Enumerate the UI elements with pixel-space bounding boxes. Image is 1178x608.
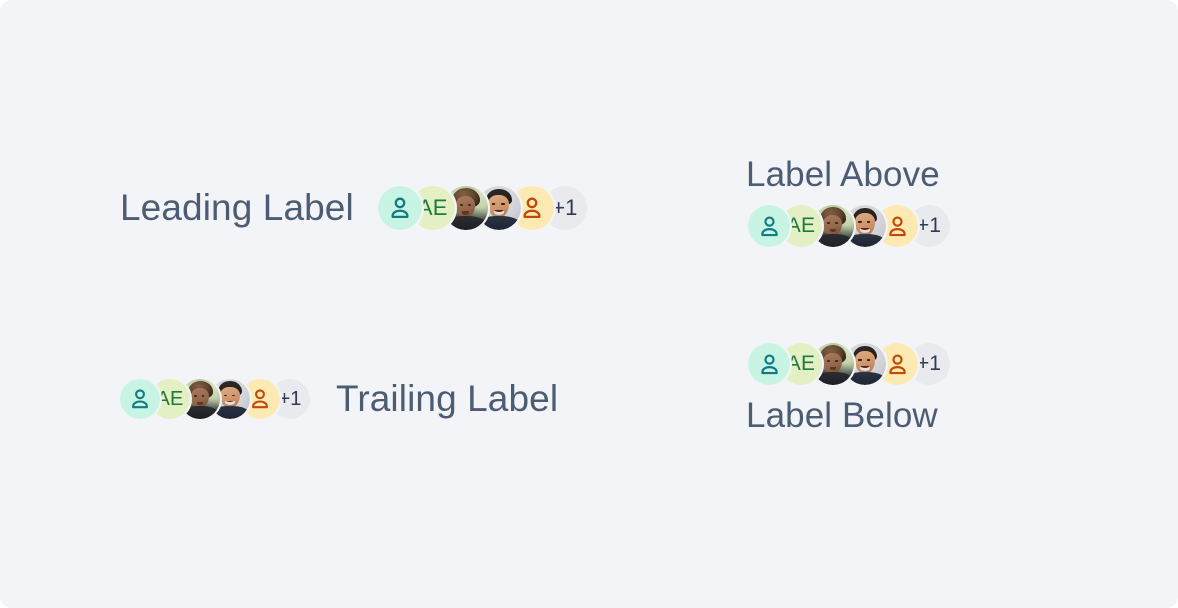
- avatar-stack[interactable]: AE +1: [375, 184, 589, 232]
- person-icon: [132, 389, 148, 409]
- avatar-group-showcase-canvas: Leading Label AE +1 AE +1 Trailing Label L…: [0, 0, 1178, 608]
- avatar-person-icon[interactable]: [746, 341, 792, 387]
- avatar-group-leading-label: Leading Label AE +1: [120, 183, 589, 233]
- avatar-overflow-count: +1: [917, 352, 941, 375]
- avatar-stack[interactable]: AE +1: [118, 377, 312, 421]
- avatar-person-icon[interactable]: [746, 203, 792, 249]
- avatar-person-icon[interactable]: [375, 184, 424, 232]
- person-icon: [888, 353, 906, 374]
- avatar-overflow-count: +1: [552, 195, 578, 220]
- avatar-overflow-count: +1: [278, 387, 302, 410]
- avatar-stack[interactable]: AE +1: [746, 203, 952, 249]
- avatar-stack[interactable]: AE +1: [746, 341, 952, 387]
- person-icon: [760, 215, 778, 236]
- avatar-person-icon[interactable]: [118, 377, 162, 421]
- avatar-group-label-above: Label Above AE +1: [746, 152, 952, 249]
- person-icon: [760, 353, 778, 374]
- person-icon: [888, 215, 906, 236]
- avatar-group-trailing-label: AE +1 Trailing Label: [118, 374, 558, 424]
- avatar-group-label: Leading Label: [120, 187, 354, 228]
- avatar-overflow-count: +1: [917, 214, 941, 237]
- avatar-group-label: Label Above: [746, 155, 940, 194]
- avatar-group-label: Trailing Label: [336, 378, 559, 419]
- avatar-group-label-below: AE +1 Label Below: [746, 341, 952, 438]
- avatar-group-label: Label Below: [746, 396, 938, 435]
- person-icon: [391, 197, 409, 219]
